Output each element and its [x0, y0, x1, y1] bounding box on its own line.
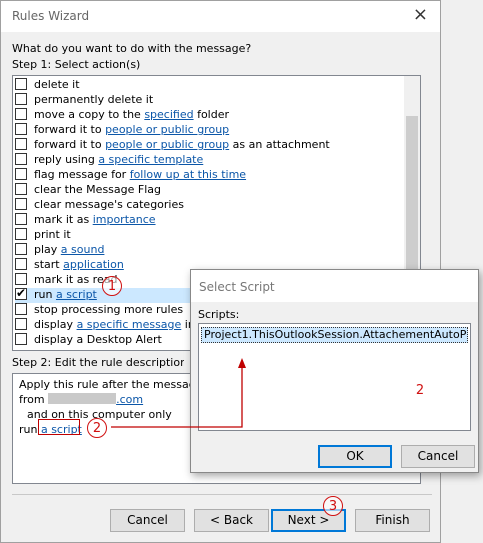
- annotation-arrowhead: [238, 358, 246, 368]
- annotation-badge-2-desc: 2: [87, 418, 107, 438]
- annotation-badge-1: 1: [102, 276, 122, 296]
- annotation-badge-3: 3: [323, 496, 343, 516]
- annotation-box-script-link: [38, 419, 80, 435]
- annotation-arrow-line: [111, 366, 243, 428]
- annotation-arrows: [111, 358, 246, 428]
- annotation-badge-2-dialog: 2: [415, 383, 425, 398]
